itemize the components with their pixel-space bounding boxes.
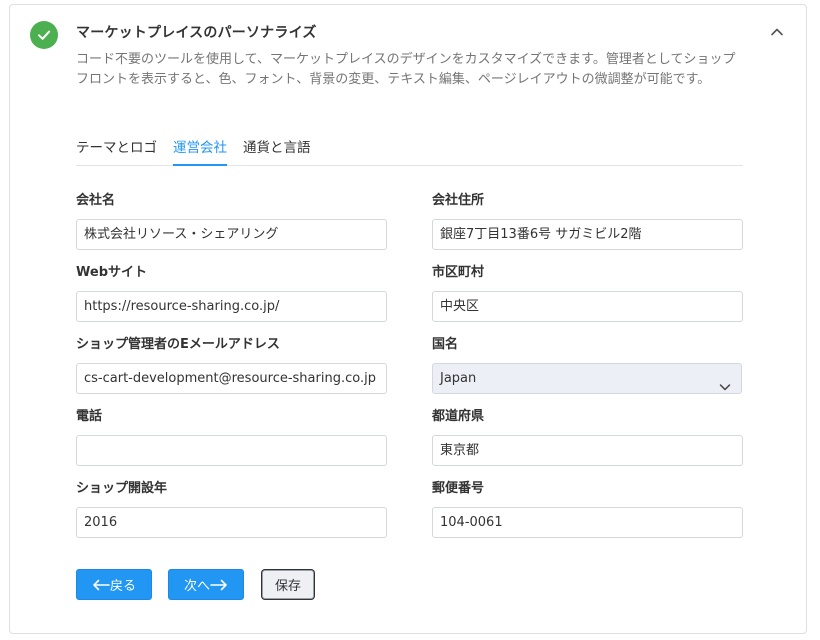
save-button[interactable]: 保存 [262,570,314,599]
company-name-group: 会社名 株式会社リソース・シェアリング [76,192,387,250]
back-button[interactable]: 戻る [76,569,152,600]
country-label: 国名 [432,337,459,352]
state-label: 都道府県 [432,409,485,424]
zip-input[interactable]: 104-0061 [432,507,743,538]
state-input[interactable]: 東京都 [432,435,743,466]
city-input[interactable]: 中央区 [432,291,743,322]
website-input[interactable]: https://resource-sharing.co.jp/ [76,291,387,322]
city-group: 市区町村 中央区 [432,264,743,322]
founded-year-label: ショップ開設年 [76,481,168,496]
website-label: Webサイト [76,265,147,280]
tab-bar: テーマとロゴ 運営会社 通貨と言語 [76,133,743,166]
country-select-value: Japan [440,371,477,386]
website-group: Webサイト https://resource-sharing.co.jp/ [76,264,387,322]
next-button[interactable]: 次へ [168,569,244,600]
admin-email-input[interactable]: cs-cart-development@resource-sharing.co.… [76,363,387,394]
company-address-input[interactable]: 銀座7丁目13番6号 サガミビル2階 [432,219,743,250]
chevron-up-icon[interactable] [768,23,786,41]
section-description: コード不要のツールを使用して、マーケットプレイスのデザインをカスタマイズできます… [76,52,736,87]
arrow-right-icon [210,579,228,591]
founded-year-group: ショップ開設年 2016 [76,480,387,538]
admin-email-group: ショップ管理者のEメールアドレス cs-cart-development@res… [76,336,387,394]
city-label: 市区町村 [432,265,485,280]
section-title: マーケットプレイスのパーソナライズ [76,25,317,41]
zip-group: 郵便番号 104-0061 [432,480,743,538]
back-button-label: 戻る [109,579,136,594]
tab-currency-language[interactable]: 通貨と言語 [243,133,311,165]
arrow-left-icon [92,579,110,591]
company-address-label: 会社住所 [432,193,485,208]
next-button-label: 次へ [183,579,210,594]
founded-year-input[interactable]: 2016 [76,507,387,538]
setup-step-card: マーケットプレイスのパーソナライズ コード不要のツールを使用して、マーケットプレ… [9,4,807,634]
country-group: 国名 Japan [432,336,743,394]
company-name-label: 会社名 [76,193,116,208]
company-address-group: 会社住所 銀座7丁目13番6号 サガミビル2階 [432,192,743,250]
phone-label: 電話 [76,409,103,424]
check-circle-icon [30,21,58,49]
company-name-input[interactable]: 株式会社リソース・シェアリング [76,219,387,250]
admin-email-label: ショップ管理者のEメールアドレス [76,337,280,352]
zip-label: 郵便番号 [432,481,485,496]
phone-input[interactable] [76,435,387,466]
tab-company[interactable]: 運営会社 [173,133,227,166]
phone-group: 電話 [76,408,387,466]
tab-theme-logo[interactable]: テーマとロゴ [76,133,157,165]
state-group: 都道府県 東京都 [432,408,743,466]
chevron-down-icon [719,374,731,391]
country-select[interactable]: Japan [432,363,742,394]
